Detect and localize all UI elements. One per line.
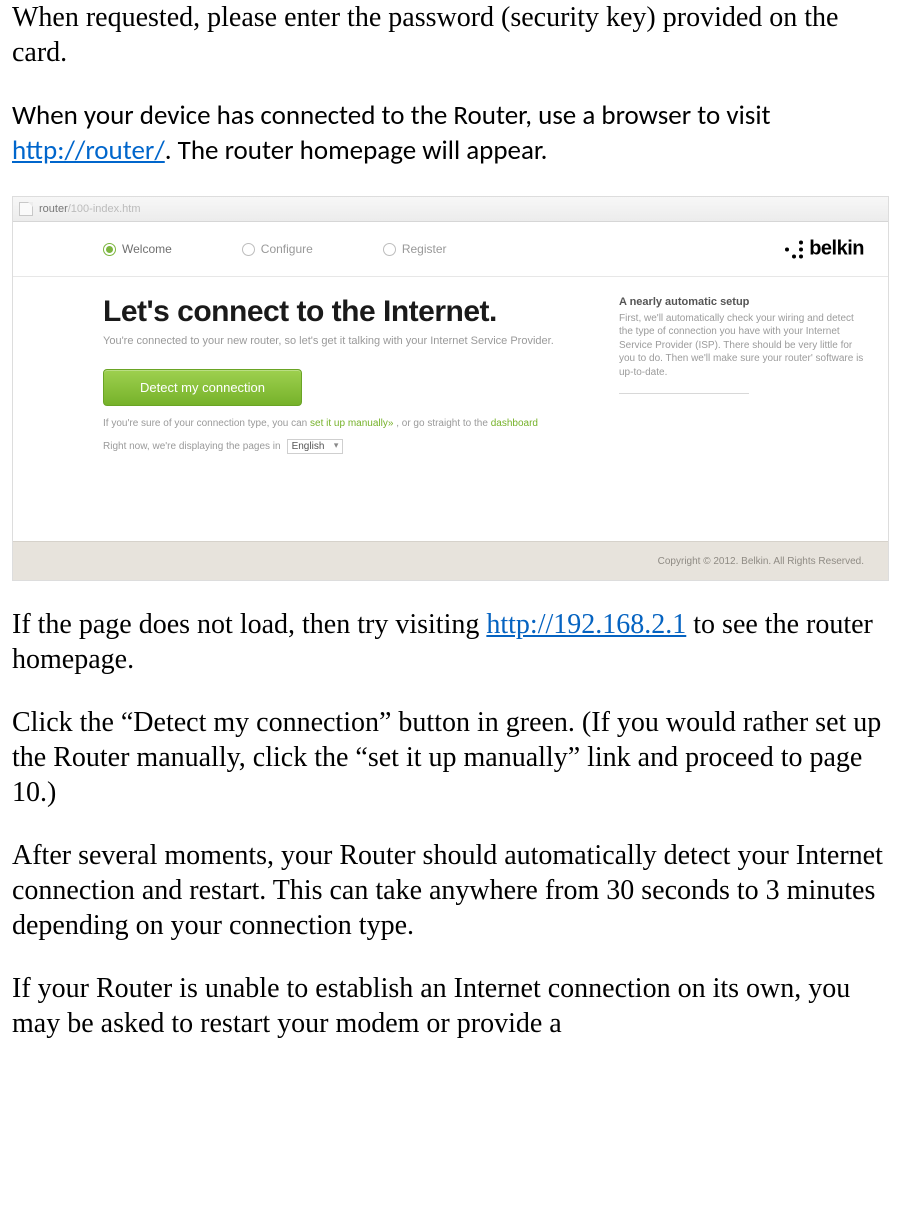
text: will appear. (416, 134, 547, 167)
belkin-logo-dots-icon (785, 240, 803, 258)
paragraph-unable: If your Router is unable to establish an… (12, 971, 889, 1041)
tab-register[interactable]: Register (383, 242, 447, 256)
browser-address-bar: router/100-index.htm (13, 197, 888, 222)
tab-configure[interactable]: Configure (242, 242, 313, 256)
text: , or go straight to the (393, 418, 490, 429)
paragraph-password: When requested, please enter the passwor… (12, 0, 889, 70)
router-homepage-emphasis: router homepage (225, 134, 417, 167)
router-url-link[interactable]: http://router/ (12, 134, 165, 167)
headline: Let's connect to the Internet. (103, 295, 603, 329)
page-icon (19, 202, 33, 216)
radio-unchecked-icon (383, 243, 396, 256)
setup-tabs: Welcome Configure Register belkin (13, 222, 888, 277)
detect-my-connection-button[interactable]: Detect my connection (103, 369, 302, 406)
url-path: /100-index.htm (68, 203, 141, 215)
language-label: Right now, we're displaying the pages in (103, 441, 281, 452)
paragraph-alt-ip: If the page does not load, then try visi… (12, 607, 889, 677)
dashboard-link[interactable]: dashboard (491, 418, 538, 429)
brand-text: belkin (809, 238, 864, 261)
radio-checked-icon (103, 243, 116, 256)
set-it-up-manually-link[interactable]: set it up manually» (310, 418, 393, 429)
subheadline: You're connected to your new router, so … (103, 335, 603, 347)
tab-welcome[interactable]: Welcome (103, 242, 172, 256)
router-homepage-screenshot: router/100-index.htm Welcome Configure R… (12, 196, 889, 581)
language-row: Right now, we're displaying the pages in… (103, 439, 603, 454)
tab-label: Welcome (122, 242, 172, 256)
sidebar-help-body: First, we'll automatically check your wi… (619, 312, 864, 380)
belkin-logo: belkin (785, 238, 864, 261)
url-host: router (39, 203, 68, 215)
language-select[interactable]: English (287, 439, 344, 454)
radio-unchecked-icon (242, 243, 255, 256)
tab-label: Configure (261, 242, 313, 256)
paragraph-visit-router: When your device has connected to the Ro… (12, 98, 889, 168)
alt-ip-link[interactable]: http://192.168.2.1 (486, 609, 686, 640)
sidebar-help: A nearly automatic setup First, we'll au… (603, 295, 864, 505)
address-text: router/100-index.htm (39, 203, 141, 215)
text: . The (165, 134, 225, 167)
text: If you're sure of your connection type, … (103, 418, 310, 429)
text: If the page does not load, then try visi… (12, 609, 486, 640)
text: When your device has connected to the Ro… (12, 99, 771, 132)
pointer-line-icon (619, 387, 864, 401)
sidebar-help-title: A nearly automatic setup (619, 295, 864, 310)
paragraph-click-detect: Click the “Detect my connection” button … (12, 705, 889, 810)
manual-setup-hint: If you're sure of your connection type, … (103, 418, 603, 429)
tab-label: Register (402, 242, 447, 256)
footer-copyright: Copyright © 2012. Belkin. All Rights Res… (13, 541, 888, 580)
paragraph-auto-detect: After several moments, your Router shoul… (12, 838, 889, 943)
